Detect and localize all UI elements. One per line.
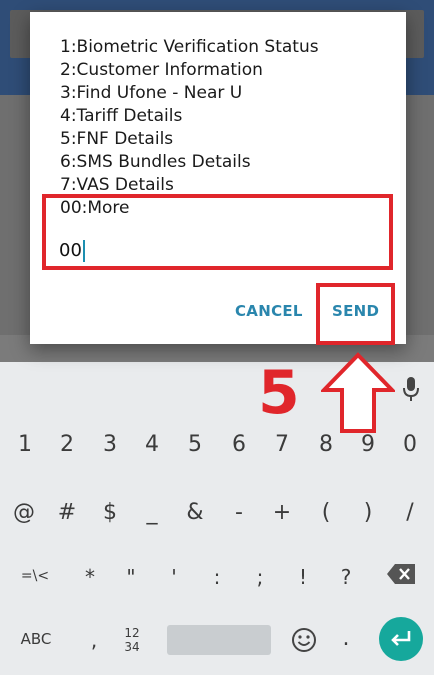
key-1[interactable]: 1 bbox=[14, 432, 36, 457]
key-6[interactable]: 6 bbox=[228, 432, 250, 457]
key-underscore[interactable]: _ bbox=[141, 500, 163, 525]
microphone-icon[interactable] bbox=[402, 376, 420, 402]
key-dollar[interactable]: $ bbox=[99, 500, 121, 525]
key-right-paren[interactable]: ) bbox=[357, 500, 379, 525]
key-slash[interactable]: / bbox=[399, 500, 421, 525]
key-4[interactable]: 4 bbox=[141, 432, 163, 457]
cancel-button[interactable]: CANCEL bbox=[235, 302, 303, 320]
step-number: 5 bbox=[258, 358, 300, 428]
key-0[interactable]: 0 bbox=[399, 432, 421, 457]
key-2[interactable]: 2 bbox=[56, 432, 78, 457]
comma-key[interactable]: , bbox=[84, 628, 104, 652]
key-8[interactable]: 8 bbox=[315, 432, 337, 457]
key-exclamation[interactable]: ! bbox=[292, 565, 314, 589]
key-plus[interactable]: + bbox=[271, 500, 293, 525]
numpad-key-top: 12 bbox=[124, 626, 140, 640]
menu-item-5: 5:FNF Details bbox=[60, 129, 174, 149]
key-colon[interactable]: : bbox=[206, 565, 228, 589]
menu-item-4: 4:Tariff Details bbox=[60, 106, 183, 126]
numpad-key-bottom: 34 bbox=[124, 640, 140, 654]
enter-arrow-icon bbox=[391, 631, 411, 646]
ussd-menu: 1:Biometric Verification Status 2:Custom… bbox=[60, 36, 319, 197]
key-asterisk[interactable]: * bbox=[79, 565, 101, 589]
key-question[interactable]: ? bbox=[335, 565, 357, 589]
enter-key[interactable] bbox=[379, 617, 423, 661]
menu-item-6: 6:SMS Bundles Details bbox=[60, 152, 251, 172]
emoji-icon[interactable] bbox=[290, 626, 318, 654]
menu-item-3: 3:Find Ufone - Near U bbox=[60, 83, 243, 103]
key-at[interactable]: @ bbox=[11, 500, 37, 525]
period-key[interactable]: . bbox=[336, 626, 356, 651]
key-9[interactable]: 9 bbox=[357, 432, 379, 457]
key-hash[interactable]: # bbox=[56, 500, 78, 525]
key-double-quote[interactable]: " bbox=[120, 565, 142, 589]
key-7[interactable]: 7 bbox=[271, 432, 293, 457]
space-key[interactable] bbox=[167, 625, 271, 655]
highlight-send-box bbox=[316, 283, 395, 345]
key-single-quote[interactable]: ' bbox=[163, 565, 185, 589]
key-ampersand[interactable]: & bbox=[184, 500, 206, 525]
backspace-icon[interactable] bbox=[386, 563, 416, 585]
abc-key[interactable]: ABC bbox=[14, 630, 58, 648]
key-5[interactable]: 5 bbox=[184, 432, 206, 457]
key-semicolon[interactable]: ; bbox=[249, 565, 271, 589]
key-3[interactable]: 3 bbox=[99, 432, 121, 457]
key-minus[interactable]: - bbox=[228, 500, 250, 525]
key-more-symbols[interactable]: =\< bbox=[18, 568, 52, 584]
menu-item-2: 2:Customer Information bbox=[60, 60, 263, 80]
numpad-key[interactable]: 12 34 bbox=[117, 626, 147, 654]
menu-item-1: 1:Biometric Verification Status bbox=[60, 37, 319, 57]
highlight-input-box bbox=[42, 194, 393, 270]
key-left-paren[interactable]: ( bbox=[315, 500, 337, 525]
up-arrow-icon bbox=[321, 352, 395, 433]
